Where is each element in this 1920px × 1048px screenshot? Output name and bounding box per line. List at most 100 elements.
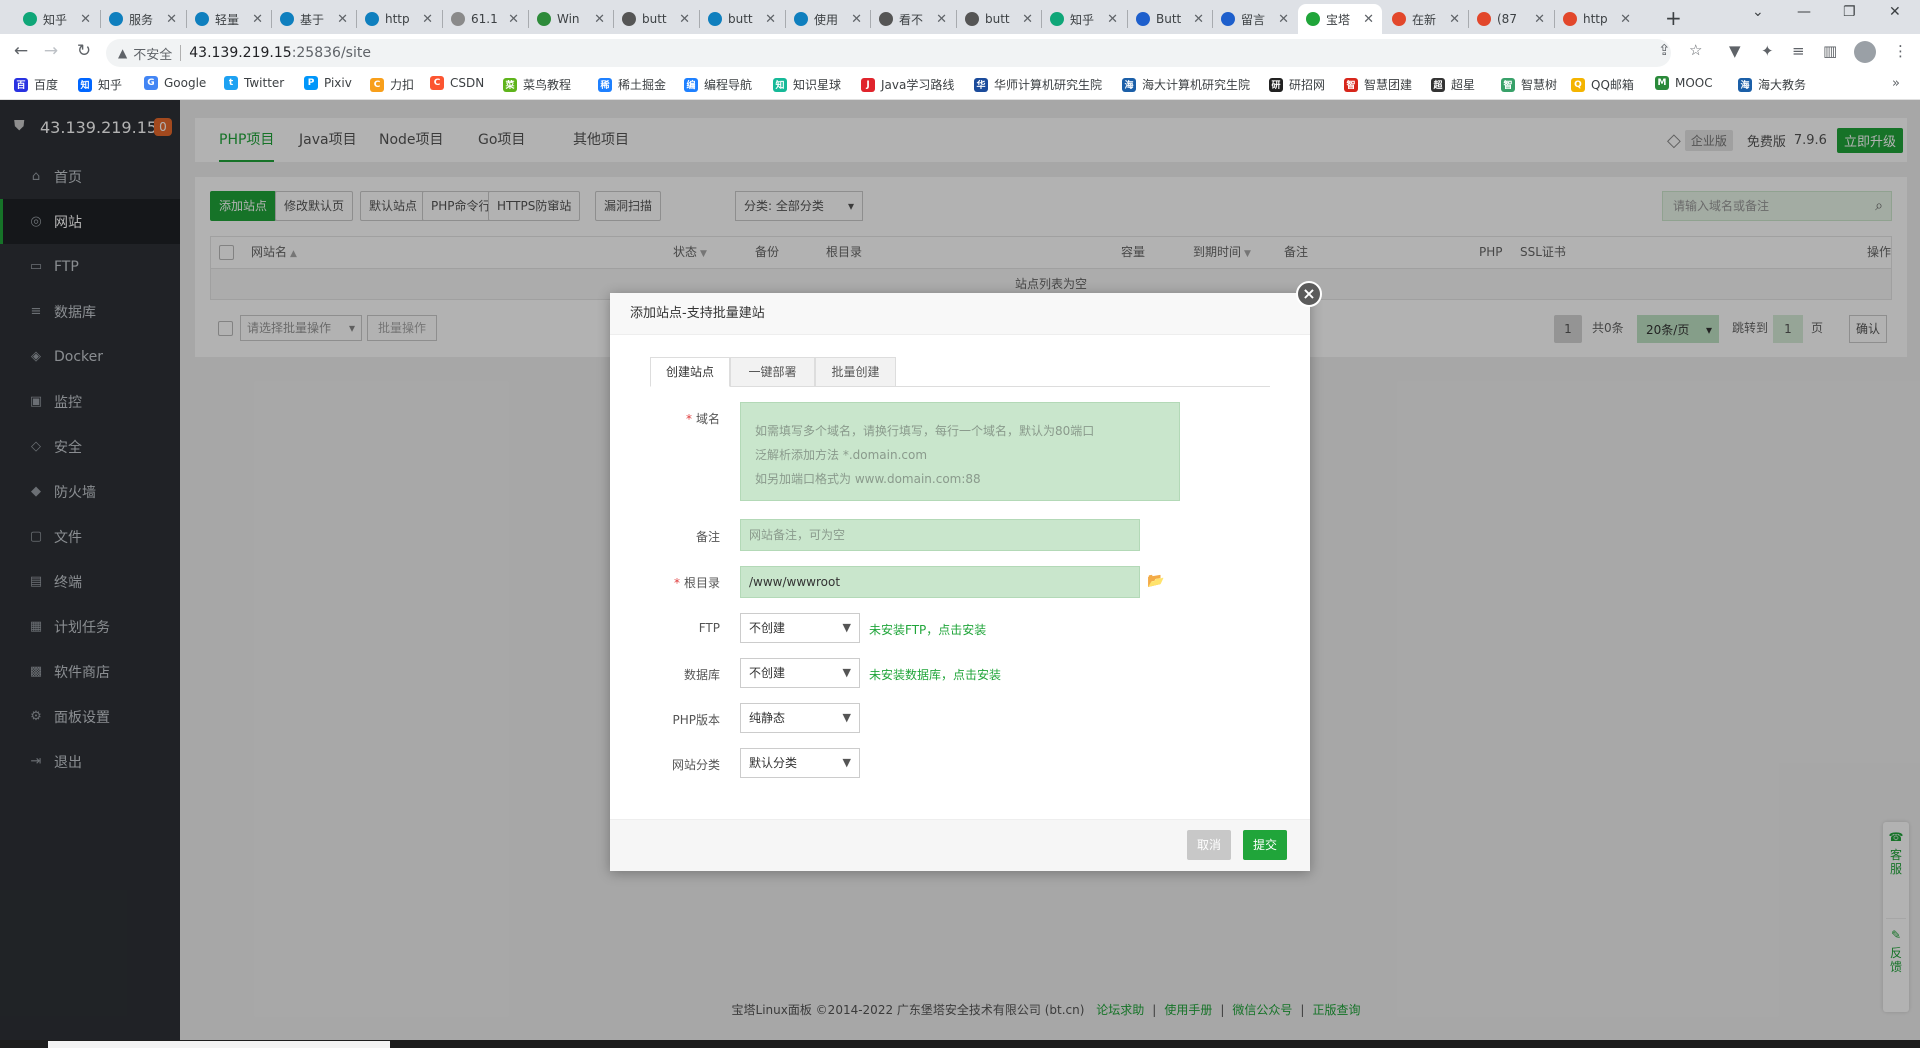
- tab-close-icon[interactable]: ✕: [508, 12, 519, 27]
- tab-close-icon[interactable]: ✕: [1534, 12, 1545, 27]
- bookmark-item[interactable]: C CSDN: [430, 76, 484, 90]
- dialog-tab[interactable]: 批量创建: [815, 357, 896, 387]
- database-select[interactable]: 不创建 ▼: [740, 658, 860, 688]
- bookmark-star-icon[interactable]: ☆: [1689, 41, 1702, 59]
- bookmark-item[interactable]: 海海大计算机研究生院: [1122, 76, 1250, 93]
- tab-close-icon[interactable]: ✕: [679, 12, 690, 27]
- domain-textarea[interactable]: 如需填写多个域名，请换行填写，每行一个域名，默认为80端口 泛解析添加方法 *.d…: [740, 402, 1180, 501]
- tab-close-icon[interactable]: ✕: [1107, 12, 1118, 27]
- restore-icon[interactable]: ❐: [1843, 4, 1856, 20]
- tab-title: 轻量: [215, 12, 240, 27]
- profile-avatar[interactable]: [1854, 41, 1876, 63]
- tab-search-icon[interactable]: ⌄: [1752, 4, 1764, 20]
- more-bookmarks-icon[interactable]: »: [1892, 76, 1900, 91]
- extensions-puzzle-icon[interactable]: ✦: [1761, 42, 1774, 60]
- new-tab-button[interactable]: +: [1665, 6, 1682, 30]
- root-dir-input[interactable]: /www/wwwroot: [740, 566, 1140, 598]
- bookmark-icon: C: [430, 76, 444, 90]
- dialog-tab[interactable]: 创建站点: [650, 357, 730, 387]
- reload-icon[interactable]: ↻: [73, 41, 95, 61]
- tab-close-icon[interactable]: ✕: [765, 12, 776, 27]
- back-icon[interactable]: ←: [10, 41, 32, 61]
- tab-close-icon[interactable]: ✕: [1022, 12, 1033, 27]
- side-panel-icon[interactable]: ▥: [1823, 42, 1837, 60]
- browser-tab[interactable]: http ✕: [357, 4, 441, 34]
- bookmark-item[interactable]: 知知识星球: [773, 76, 841, 93]
- tab-close-icon[interactable]: ✕: [1620, 12, 1631, 27]
- bookmark-item[interactable]: P Pixiv: [304, 76, 352, 90]
- folder-open-icon[interactable]: 📂: [1147, 573, 1164, 589]
- bookmark-item[interactable]: 超超星: [1431, 76, 1475, 93]
- tab-close-icon[interactable]: ✕: [80, 12, 91, 27]
- remark-input[interactable]: 网站备注，可为空: [740, 519, 1140, 551]
- browser-tab[interactable]: Win ✕: [529, 4, 613, 34]
- bookmark-item[interactable]: 智智慧团建: [1344, 76, 1412, 93]
- tab-close-icon[interactable]: ✕: [252, 12, 263, 27]
- browser-tab[interactable]: 在新 ✕: [1384, 4, 1468, 34]
- tab-close-icon[interactable]: ✕: [936, 12, 947, 27]
- bookmark-item[interactable]: 稀稀土掘金: [598, 76, 666, 93]
- url-field[interactable]: ▲ 不安全 43.139.219.15 :25836/site: [106, 39, 1671, 67]
- address-bar: ← → ↻ ▲ 不安全 43.139.219.15 :25836/site ⇪ …: [0, 34, 1920, 70]
- share-icon[interactable]: ⇪: [1658, 41, 1671, 59]
- browser-tab[interactable]: (87 ✕: [1469, 4, 1553, 34]
- tab-close-icon[interactable]: ✕: [1449, 12, 1460, 27]
- bookmark-item[interactable]: 百百度: [14, 76, 58, 93]
- reading-list-icon[interactable]: ≡: [1792, 42, 1805, 60]
- forward-icon[interactable]: →: [40, 41, 62, 61]
- bookmark-item[interactable]: 华华师计算机研究生院: [974, 76, 1102, 93]
- bookmark-item[interactable]: M MOOC: [1655, 76, 1713, 90]
- browser-tab[interactable]: 基于 ✕: [272, 4, 356, 34]
- browser-tab[interactable]: http ✕: [1555, 4, 1639, 34]
- bookmark-item[interactable]: 编编程导航: [684, 76, 752, 93]
- tab-close-icon[interactable]: ✕: [166, 12, 177, 27]
- minimize-icon[interactable]: —: [1797, 4, 1811, 20]
- bookmark-item[interactable]: 海海大教务: [1738, 76, 1806, 93]
- browser-tab[interactable]: butt ✕: [614, 4, 698, 34]
- bookmark-item[interactable]: 研研招网: [1269, 76, 1325, 93]
- tab-close-icon[interactable]: ✕: [422, 12, 433, 27]
- browser-tab[interactable]: Butt ✕: [1128, 4, 1212, 34]
- close-icon[interactable]: ×: [1296, 281, 1322, 307]
- browser-tab[interactable]: 61.1 ✕: [443, 4, 527, 34]
- bookmark-item[interactable]: C 力扣: [370, 76, 414, 93]
- bookmark-label: 智慧团建: [1364, 78, 1413, 92]
- tab-close-icon[interactable]: ✕: [1278, 12, 1289, 27]
- tab-title: 服务: [129, 12, 154, 27]
- install-database-link[interactable]: 未安装数据库，点击安装: [869, 666, 1001, 683]
- browser-tab[interactable]: 留言 ✕: [1213, 4, 1297, 34]
- bookmark-item[interactable]: J Java学习路线: [861, 76, 954, 93]
- close-window-icon[interactable]: ✕: [1889, 4, 1901, 20]
- cancel-button[interactable]: 取消: [1187, 830, 1232, 860]
- browser-menu-icon[interactable]: ⋮: [1893, 42, 1908, 60]
- php-version-select[interactable]: 纯静态 ▼: [740, 703, 860, 733]
- tab-close-icon[interactable]: ✕: [594, 12, 605, 27]
- extension-v-icon[interactable]: ▼: [1729, 42, 1741, 60]
- bookmark-item[interactable]: 菜菜鸟教程: [503, 76, 571, 93]
- tab-close-icon[interactable]: ✕: [1193, 12, 1204, 27]
- tab-close-icon[interactable]: ✕: [851, 12, 862, 27]
- browser-tab[interactable]: butt ✕: [957, 4, 1041, 34]
- tab-close-icon[interactable]: ✕: [1363, 12, 1374, 27]
- dialog-tab[interactable]: 一键部署: [730, 357, 815, 387]
- ftp-select[interactable]: 不创建 ▼: [740, 613, 860, 643]
- tab-favicon-icon: [1563, 12, 1577, 26]
- bookmark-item[interactable]: t Twitter: [224, 76, 284, 90]
- browser-tab[interactable]: butt ✕: [700, 4, 784, 34]
- install-ftp-link[interactable]: 未安装FTP，点击安装: [869, 621, 986, 638]
- browser-tab[interactable]: 宝塔 ✕: [1298, 4, 1382, 34]
- bookmark-item[interactable]: G Google: [144, 76, 206, 90]
- bookmark-item[interactable]: Q QQ邮箱: [1571, 76, 1634, 93]
- tab-favicon-icon: [451, 12, 465, 26]
- browser-tab[interactable]: 知乎 ✕: [15, 4, 99, 34]
- site-category-select[interactable]: 默认分类 ▼: [740, 748, 860, 778]
- tab-close-icon[interactable]: ✕: [337, 12, 348, 27]
- browser-tab[interactable]: 轻量 ✕: [187, 4, 271, 34]
- browser-tab[interactable]: 服务 ✕: [101, 4, 185, 34]
- bookmark-item[interactable]: 知知乎: [78, 76, 122, 93]
- bookmark-item[interactable]: 智智慧树: [1501, 76, 1557, 93]
- browser-tab[interactable]: 看不 ✕: [871, 4, 955, 34]
- browser-tab[interactable]: 使用 ✕: [786, 4, 870, 34]
- browser-tab[interactable]: 知乎 ✕: [1042, 4, 1126, 34]
- submit-button[interactable]: 提交: [1243, 830, 1288, 860]
